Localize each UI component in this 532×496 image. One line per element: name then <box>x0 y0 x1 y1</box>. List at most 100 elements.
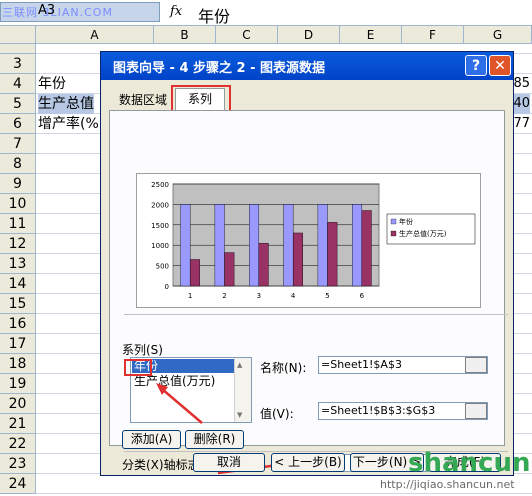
column-header-d[interactable]: D <box>278 26 340 44</box>
name-field[interactable]: =Sheet1!$A$3 <box>318 356 488 374</box>
tab-highlight-box <box>171 85 231 113</box>
series-item-gdp[interactable]: 生产总值(万元) <box>132 374 234 388</box>
dialog-title: 图表向导 - 4 步骤之 2 - 图表源数据 <box>113 61 326 76</box>
column-header-a[interactable]: A <box>36 26 154 44</box>
x-tick-label: 6 <box>360 292 365 300</box>
legend-swatch <box>390 230 397 237</box>
row-header-15[interactable]: 15 <box>0 294 36 314</box>
bar-gdp <box>189 259 200 287</box>
value-range-picker-icon[interactable] <box>465 403 487 419</box>
x-tick-label: 3 <box>257 292 261 300</box>
x-tick-label: 1 <box>188 292 192 300</box>
bar-gdp <box>327 222 338 287</box>
name-range-picker-icon[interactable] <box>465 357 487 373</box>
y-tick-label: 1000 <box>151 242 169 250</box>
chart-wizard-dialog: 图表向导 - 4 步骤之 2 - 图表源数据 ? ✕ 数据区域 系列 0 500 1… <box>100 51 514 476</box>
chart-preview: 0 500 1000 1500 2000 2500 1 2 3 4 5 6 年份生产总值(万元) <box>136 173 481 308</box>
name-box-value: A3 <box>38 3 56 18</box>
row-header-10[interactable]: 10 <box>0 194 36 214</box>
watermark-text: 三联网 3LIAN.COM <box>2 6 113 19</box>
row-header-8[interactable]: 8 <box>0 154 36 174</box>
row-header-22[interactable]: 22 <box>0 434 36 454</box>
close-button[interactable]: ✕ <box>489 55 511 76</box>
legend-label: 年份 <box>399 217 413 226</box>
row-header-18[interactable]: 18 <box>0 354 36 374</box>
value-field-value: =Sheet1!$B$3:$G$3 <box>321 404 436 417</box>
scroll-down-icon[interactable]: ▼ <box>237 411 242 419</box>
cell-g5[interactable]: 77 <box>513 114 530 134</box>
x-tick-label: 4 <box>291 292 296 300</box>
bar-gdp <box>258 242 269 287</box>
bar-year <box>317 204 328 287</box>
bar-year <box>283 204 294 287</box>
bar-gdp <box>361 210 372 287</box>
bar-gdp <box>224 252 235 287</box>
legend-swatch <box>390 218 397 225</box>
column-header-g[interactable]: G <box>464 26 532 44</box>
delete-series-button[interactable]: 删除(R) <box>185 430 244 449</box>
row-header-2[interactable] <box>0 44 36 54</box>
row-header-19[interactable]: 19 <box>0 374 36 394</box>
bar-year <box>180 204 191 287</box>
row-header-20[interactable]: 20 <box>0 394 36 414</box>
row-header-6[interactable]: 6 <box>0 114 36 134</box>
value-label: 值(V): <box>260 407 294 421</box>
tab-data-range[interactable]: 数据区域 <box>115 90 171 110</box>
select-all-corner[interactable] <box>0 26 36 44</box>
row-header-7[interactable]: 7 <box>0 134 36 154</box>
value-field[interactable]: =Sheet1!$B$3:$G$3 <box>318 402 488 420</box>
series-item-highlight <box>124 359 152 376</box>
footer-watermark: http://jiqiao.shancun.net <box>380 478 515 491</box>
column-header-c[interactable]: C <box>216 26 278 44</box>
cell-g4[interactable]: 40 <box>513 94 530 114</box>
bar-year <box>249 204 260 287</box>
x-tick-label: 5 <box>325 292 329 300</box>
fx-icon[interactable]: fx <box>170 4 182 19</box>
row-header-21[interactable]: 21 <box>0 414 36 434</box>
series-label: 系列(S) <box>122 343 163 357</box>
cancel-button[interactable]: 取消 <box>193 453 265 472</box>
y-tick-label: 0 <box>165 283 169 291</box>
row-header-4[interactable]: 4 <box>0 74 36 94</box>
bar-year <box>352 204 363 287</box>
separator <box>124 314 508 315</box>
cell-a3[interactable]: 年份 <box>38 74 66 94</box>
row-header-13[interactable]: 13 <box>0 254 36 274</box>
column-header-e[interactable]: E <box>340 26 402 44</box>
y-tick-label: 2000 <box>151 201 169 209</box>
back-button[interactable]: < 上一步(B) <box>271 453 345 472</box>
column-header-f[interactable]: F <box>402 26 464 44</box>
row-header-3[interactable]: 3 <box>0 54 36 74</box>
help-button[interactable]: ? <box>465 55 487 76</box>
listbox-scrollbar[interactable]: ▲ ▼ <box>234 358 251 422</box>
y-tick-label: 2500 <box>151 181 169 189</box>
cell-a5[interactable]: 增产率(% <box>38 114 99 134</box>
y-tick-label: 1500 <box>151 222 169 230</box>
add-series-button[interactable]: 添加(A) <box>122 430 181 449</box>
scroll-up-icon[interactable]: ▲ <box>237 361 242 369</box>
x-tick-label: 2 <box>222 292 226 300</box>
formula-value[interactable]: 年份 <box>198 3 230 27</box>
row-header-17[interactable]: 17 <box>0 334 36 354</box>
row-header-16[interactable]: 16 <box>0 314 36 334</box>
cell-a4[interactable]: 生产总值 <box>38 94 94 114</box>
row-header-9[interactable]: 9 <box>0 174 36 194</box>
row-header-12[interactable]: 12 <box>0 234 36 254</box>
row-header-5[interactable]: 5 <box>0 94 36 114</box>
name-label: 名称(N): <box>260 361 307 375</box>
y-tick-label: 500 <box>156 263 169 271</box>
column-header-b[interactable]: B <box>154 26 216 44</box>
legend-label: 生产总值(万元) <box>399 229 447 238</box>
row-header-23[interactable]: 23 <box>0 454 36 474</box>
bar-gdp <box>292 232 303 287</box>
name-field-value: =Sheet1!$A$3 <box>321 358 402 371</box>
cell-g3[interactable]: 85 <box>513 74 530 94</box>
plot-area <box>172 183 380 287</box>
row-header-24[interactable]: 24 <box>0 474 36 494</box>
formula-bar: 三联网 3LIAN.COM A3 fx 年份 <box>0 0 532 26</box>
dialog-titlebar[interactable]: 图表向导 - 4 步骤之 2 - 图表源数据 ? ✕ <box>101 52 513 80</box>
row-header-14[interactable]: 14 <box>0 274 36 294</box>
row-header-11[interactable]: 11 <box>0 214 36 234</box>
series-tab-panel: 0 500 1000 1500 2000 2500 1 2 3 4 5 6 年份生产总值(万元) 系列(… <box>109 110 508 475</box>
column-header-bar: A B C D E F G <box>0 26 532 44</box>
